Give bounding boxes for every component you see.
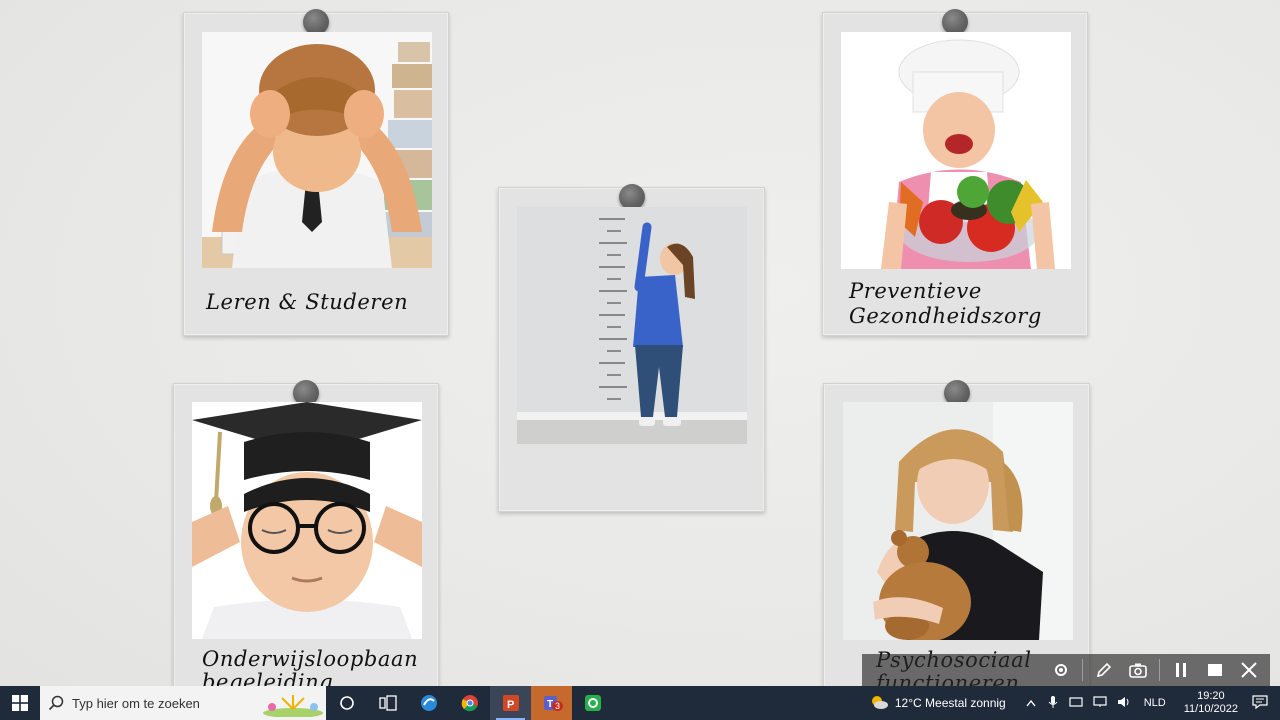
clock-date: 11/10/2022: [1183, 703, 1238, 715]
taskbar-app-powerpoint[interactable]: P: [490, 686, 531, 720]
chevron-up-icon[interactable]: [1026, 696, 1036, 710]
photo-girl-measuring-height: [517, 207, 747, 444]
weather-text[interactable]: 12°C Meestal zonnig: [895, 696, 1006, 710]
browser-app-icon: [420, 695, 437, 711]
system-tray: 12°C Meestal zonnig NLD 19:20 11/10/2022: [869, 686, 1280, 720]
taskbar-app-green[interactable]: [572, 686, 613, 720]
svg-text:P: P: [507, 699, 514, 711]
card-caption-line1: Preventieve: [849, 279, 982, 303]
pause-button[interactable]: [1166, 656, 1196, 684]
speaker-icon[interactable]: [1117, 696, 1131, 711]
card-caption-line2: begeleiding: [202, 670, 334, 686]
taskbar-clock[interactable]: 19:20 11/10/2022: [1174, 690, 1248, 716]
cortana-circle-icon: [339, 696, 354, 710]
card-caption-line1: Onderwijsloopbaan: [202, 647, 419, 671]
windows-taskbar: Typ hier om te zoeken P T 3 12°C Meestal…: [0, 686, 1280, 720]
windows-logo-icon: [12, 695, 28, 711]
card-caption-line2: Gezondheidszorg: [849, 304, 1042, 328]
screen-recorder-toolbar: [862, 654, 1270, 686]
settings-button[interactable]: [1046, 656, 1076, 684]
divider: [1159, 659, 1160, 681]
close-button[interactable]: [1234, 656, 1264, 684]
close-icon: [1241, 662, 1257, 678]
task-view-button[interactable]: [326, 686, 367, 720]
search-highlight-illustration: [262, 689, 324, 720]
card-preventieve-gezondheidszorg[interactable]: Preventieve Gezondheidszorg: [822, 9, 1088, 336]
gear-icon: [1055, 664, 1067, 676]
card-growth[interactable]: [498, 184, 765, 512]
card-leren-studeren[interactable]: Leren & Studeren: [183, 9, 449, 336]
card-psychosociaal-functioneren[interactable]: Psychosociaal functioneren: [823, 380, 1090, 686]
teams-badge: 3: [551, 701, 563, 711]
photo-studying-boy: [202, 32, 432, 268]
stop-button[interactable]: [1200, 656, 1230, 684]
photo-girl-chef-vegetables: [841, 32, 1071, 269]
display-icon[interactable]: [1093, 695, 1107, 711]
screenshot-button[interactable]: [1123, 656, 1153, 684]
chrome-icon: [461, 695, 478, 712]
camera-icon: [1129, 663, 1147, 678]
card-caption: Leren & Studeren: [206, 290, 409, 314]
powerpoint-icon: P: [502, 695, 519, 711]
draw-button[interactable]: [1089, 656, 1119, 684]
recorder-app-icon: [584, 695, 601, 711]
pause-icon: [1176, 663, 1186, 677]
slide-canvas: Leren & Studeren Preventieve Gezondheids…: [0, 0, 1280, 686]
photo-boy-graduation-cap: [192, 402, 422, 639]
taskbar-app-edge[interactable]: [408, 686, 449, 720]
clock-time: 19:20: [1197, 690, 1225, 702]
stop-icon: [1208, 664, 1222, 676]
network-icon[interactable]: [1069, 696, 1083, 711]
task-view-button-2[interactable]: [367, 686, 408, 720]
start-button[interactable]: [0, 686, 40, 720]
taskbar-app-chrome[interactable]: [449, 686, 490, 720]
search-icon: [40, 695, 72, 711]
notification-icon[interactable]: [1252, 694, 1268, 712]
microphone-icon[interactable]: [1048, 695, 1058, 712]
task-view-icon: [378, 695, 397, 711]
pencil-icon: [1096, 662, 1112, 678]
divider: [1082, 659, 1083, 681]
language-indicator[interactable]: NLD: [1144, 697, 1166, 709]
card-onderwijsloopbaan-begeleiding[interactable]: Onderwijsloopbaan begeleiding: [173, 380, 439, 686]
weather-icon: [869, 694, 889, 713]
photo-girl-with-teddy-bear: [843, 402, 1073, 640]
taskbar-search-box[interactable]: Typ hier om te zoeken: [40, 686, 326, 720]
taskbar-app-teams[interactable]: T 3: [531, 686, 572, 720]
search-placeholder: Typ hier om te zoeken: [72, 695, 200, 711]
